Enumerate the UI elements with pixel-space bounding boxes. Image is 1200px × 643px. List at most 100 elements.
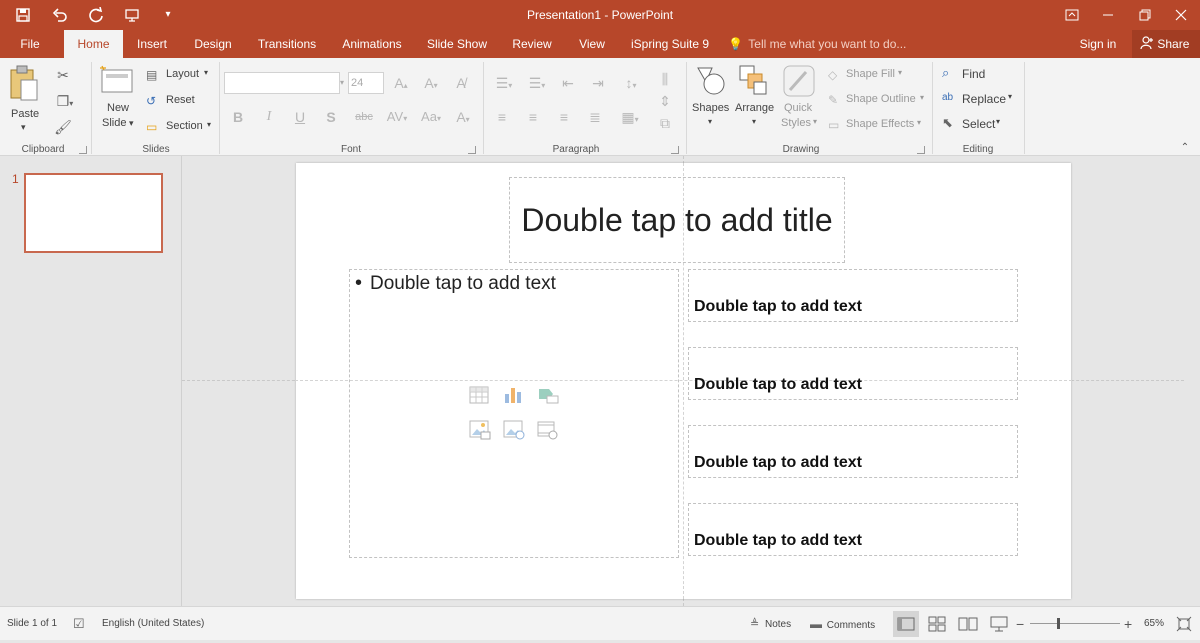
line-spacing-icon[interactable]: ↕▾ — [618, 74, 644, 95]
insert-table-icon[interactable] — [469, 386, 491, 406]
zoom-slider-thumb[interactable] — [1057, 618, 1060, 629]
new-slide-button[interactable]: New Slide ▾ — [98, 64, 140, 144]
format-painter-icon[interactable]: 🖌 — [53, 118, 73, 136]
text-direction-icon[interactable]: ⇕ — [652, 92, 678, 110]
tab-transitions[interactable]: Transitions — [252, 30, 322, 58]
bullets-icon[interactable]: ☰▾ — [490, 74, 518, 95]
tab-insert[interactable]: Insert — [130, 30, 174, 58]
ribbon-display-options-icon[interactable] — [1054, 0, 1090, 30]
tab-design[interactable]: Design — [186, 30, 240, 58]
text-box-2[interactable]: Double tap to add text — [688, 347, 1018, 400]
fit-slide-to-window-icon[interactable] — [1176, 616, 1192, 632]
align-center-icon[interactable]: ≡ — [523, 108, 543, 126]
decrease-indent-icon[interactable]: ⇤ — [558, 74, 578, 92]
insert-chart-icon[interactable] — [503, 386, 525, 406]
decrease-font-size-icon[interactable]: A▾ — [422, 74, 440, 95]
clear-formatting-icon[interactable]: A̸ — [452, 74, 470, 92]
find-button[interactable]: ⌕ Find — [942, 64, 985, 82]
slide-canvas[interactable]: Double tap to add title • Double tap to … — [295, 163, 1072, 599]
text-box-4[interactable]: Double tap to add text — [688, 503, 1018, 556]
reading-view-button[interactable] — [955, 611, 981, 637]
replace-dropdown-icon: ▾ — [1008, 92, 1013, 101]
slide-count[interactable]: Slide 1 of 1 — [7, 607, 57, 641]
paragraph-dialog-launcher-icon[interactable] — [671, 146, 679, 154]
zoom-level[interactable]: 65% — [1144, 607, 1164, 641]
notes-button[interactable]: ≜ Notes — [750, 607, 791, 641]
zoom-in-icon[interactable]: + — [1124, 607, 1132, 641]
shape-effects-button[interactable]: ▭ Shape Effects ▾ — [828, 116, 921, 134]
increase-indent-icon[interactable]: ⇥ — [588, 74, 608, 92]
paste-button[interactable]: Paste ▾ — [8, 64, 44, 144]
copy-icon[interactable]: ❐▾ — [53, 92, 77, 113]
shape-fill-button[interactable]: ◇ Shape Fill ▾ — [828, 66, 902, 84]
insert-online-picture-icon[interactable] — [503, 420, 525, 442]
shape-outline-button[interactable]: ✎ Shape Outline ▾ — [828, 91, 924, 109]
restore-icon[interactable] — [1127, 0, 1163, 30]
normal-view-button[interactable] — [893, 611, 919, 637]
tab-file[interactable]: File — [10, 30, 50, 58]
shapes-icon — [697, 67, 725, 95]
smartart-icon[interactable]: ⧉ — [652, 114, 678, 132]
layout-button[interactable]: ▤ Layout ▾ — [146, 66, 208, 84]
strikethrough-icon[interactable]: abc — [352, 108, 376, 126]
insert-smartart-icon[interactable] — [537, 386, 559, 406]
font-name-dropdown-icon[interactable]: ▾ — [340, 72, 348, 94]
font-name-input[interactable] — [224, 72, 340, 94]
tab-view[interactable]: View — [572, 30, 612, 58]
font-color-icon[interactable]: A▾ — [452, 108, 474, 129]
collapse-ribbon-icon[interactable]: ⌃ — [1178, 142, 1192, 154]
italic-icon[interactable]: I — [261, 108, 277, 126]
slide-sorter-button[interactable] — [924, 611, 950, 637]
select-button[interactable]: ⬉ Select ▾ — [942, 114, 1000, 132]
tab-animations[interactable]: Animations — [334, 30, 410, 58]
numbering-icon[interactable]: ☰▾ — [523, 74, 551, 95]
slide-thumbnail[interactable] — [24, 173, 163, 253]
tell-me-search[interactable]: 💡 Tell me what you want to do... — [728, 30, 906, 58]
select-label: Select — [962, 117, 996, 131]
change-case-icon[interactable]: Aa▾ — [418, 108, 444, 128]
shapes-button[interactable]: Shapes ▾ — [692, 64, 732, 144]
comments-button[interactable]: ▬ Comments — [810, 607, 875, 641]
zoom-out-icon[interactable]: − — [1016, 607, 1024, 641]
insert-video-icon[interactable] — [537, 420, 559, 442]
reset-button[interactable]: ↺ Reset — [146, 92, 195, 110]
clipboard-dialog-launcher-icon[interactable] — [79, 146, 87, 154]
tab-review[interactable]: Review — [505, 30, 559, 58]
tab-home[interactable]: Home — [64, 30, 123, 58]
content-placeholder[interactable]: • Double tap to add text — [349, 269, 679, 558]
columns-icon[interactable]: ⫼ — [652, 70, 678, 88]
underline-icon[interactable]: U — [292, 108, 308, 126]
text-box-1[interactable]: Double tap to add text — [688, 269, 1018, 322]
insert-picture-icon[interactable] — [469, 420, 491, 442]
tab-slide-show[interactable]: Slide Show — [422, 30, 492, 58]
bold-icon[interactable]: B — [230, 108, 246, 126]
spelling-check-icon[interactable]: ☑ — [73, 607, 85, 641]
align-left-icon[interactable]: ≡ — [492, 108, 512, 126]
drawing-dialog-launcher-icon[interactable] — [917, 146, 925, 154]
minimize-icon[interactable] — [1090, 0, 1126, 30]
align-right-icon[interactable]: ≡ — [554, 108, 574, 126]
arrange-button[interactable]: Arrange ▾ — [734, 64, 776, 144]
paste-label: Paste — [11, 108, 40, 120]
replace-button[interactable]: ab Replace ▾ — [942, 89, 1012, 107]
text-box-3[interactable]: Double tap to add text — [688, 425, 1018, 478]
language-indicator[interactable]: English (United States) — [102, 607, 204, 641]
cut-icon[interactable]: ✂ — [53, 66, 73, 84]
sign-in-link[interactable]: Sign in — [1070, 30, 1126, 58]
align-text-icon[interactable]: ▦▾ — [617, 108, 643, 129]
share-button[interactable]: Share — [1132, 30, 1200, 58]
font-dialog-launcher-icon[interactable] — [468, 146, 476, 154]
section-button[interactable]: ▭ Section ▾ — [146, 118, 211, 136]
close-icon[interactable] — [1163, 0, 1199, 30]
quick-styles-button[interactable]: Quick Styles ▾ — [780, 64, 824, 144]
tab-ispring-suite[interactable]: iSpring Suite 9 — [626, 30, 714, 58]
drawing-group-label: Drawing — [782, 144, 820, 155]
font-size-input[interactable]: 24 — [348, 72, 384, 94]
slide-show-button[interactable] — [986, 611, 1012, 637]
increase-font-size-icon[interactable]: A▴ — [392, 74, 410, 95]
justify-icon[interactable]: ≣ — [585, 108, 605, 126]
character-spacing-icon[interactable]: AV▾ — [384, 108, 410, 128]
title-placeholder[interactable]: Double tap to add title — [509, 177, 845, 263]
text-shadow-icon[interactable]: S — [323, 108, 339, 126]
zoom-slider[interactable] — [1030, 618, 1120, 629]
